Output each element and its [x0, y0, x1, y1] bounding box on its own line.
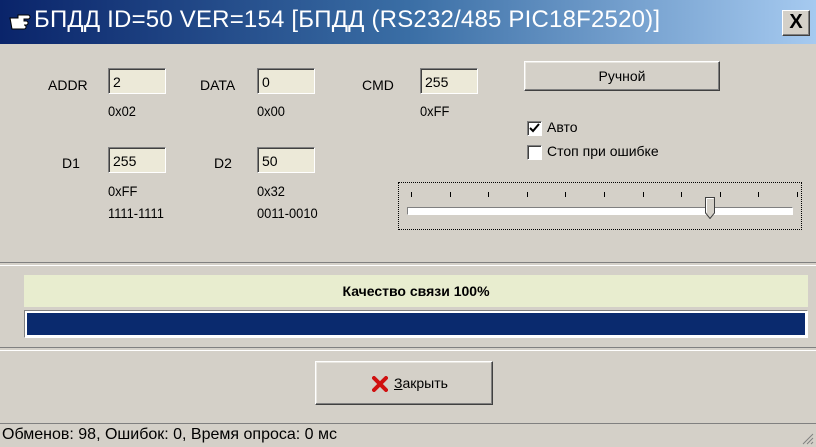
slider-thumb[interactable] [705, 197, 715, 219]
slider-tick [797, 192, 798, 197]
addr-label: ADDR [48, 77, 88, 93]
stop-on-error-label[interactable]: Стоп при ошибке [547, 143, 659, 159]
d1-label: D1 [62, 155, 80, 171]
checkmark-icon [529, 123, 540, 133]
slider-tick [526, 192, 528, 197]
d2-label: D2 [214, 155, 232, 171]
data-label: DATA [200, 77, 236, 93]
d1-field[interactable]: 255 [108, 147, 166, 173]
slider-tick [488, 192, 490, 197]
slider[interactable] [398, 182, 802, 230]
stop-on-error-checkbox[interactable] [527, 145, 542, 160]
auto-checkbox[interactable] [527, 121, 542, 136]
slider-tick [758, 192, 760, 197]
status-text: Обменов: 98, Ошибок: 0, Время опроса: 0 … [2, 426, 337, 443]
slider-tick [642, 192, 644, 197]
d2-field[interactable]: 50 [257, 147, 315, 173]
slider-tick [681, 192, 683, 197]
addr-field[interactable]: 2 [108, 68, 166, 94]
addr-hex: 0x02 [108, 103, 136, 119]
d2-binary: 0011-0010 [257, 205, 318, 221]
title-bar[interactable]: БПДД ID=50 VER=154 [БПДД (RS232/485 PIC1… [0, 0, 816, 44]
slider-tick [604, 192, 605, 197]
d1-binary: 1111-1111 [108, 205, 164, 221]
data-field[interactable]: 0 [257, 68, 315, 94]
slider-tick [449, 192, 451, 197]
close-button-label: Закрыть [394, 375, 448, 391]
slider-tick [565, 192, 567, 197]
resize-grip-icon[interactable] [800, 431, 814, 445]
separator [0, 262, 816, 266]
slider-tick [719, 192, 721, 197]
d2-hex: 0x32 [257, 183, 285, 199]
auto-checkbox-label[interactable]: Авто [547, 119, 578, 135]
slider-track [407, 207, 793, 215]
separator [0, 347, 816, 351]
cmd-hex: 0xFF [420, 103, 450, 119]
d1-hex: 0xFF [108, 183, 138, 199]
cmd-label: CMD [362, 77, 394, 93]
link-quality-label: Качество связи 100% [24, 275, 808, 307]
slider-tick [411, 192, 412, 197]
window-title: БПДД ID=50 VER=154 [БПДД (RS232/485 PIC1… [34, 6, 661, 33]
link-quality-progress [24, 310, 808, 338]
title-close-button[interactable]: X [782, 10, 810, 36]
progress-fill [27, 313, 805, 335]
cmd-field[interactable]: 255 [420, 68, 478, 94]
data-hex: 0x00 [257, 103, 285, 119]
red-x-icon [372, 376, 388, 392]
status-bar: Обменов: 98, Ошибок: 0, Время опроса: 0 … [0, 423, 816, 447]
manual-button[interactable]: Ручной [524, 61, 720, 91]
close-button[interactable]: Закрыть [315, 361, 493, 405]
pointing-hand-icon [9, 14, 31, 30]
dialog-window: БПДД ID=50 VER=154 [БПДД (RS232/485 PIC1… [0, 0, 816, 447]
